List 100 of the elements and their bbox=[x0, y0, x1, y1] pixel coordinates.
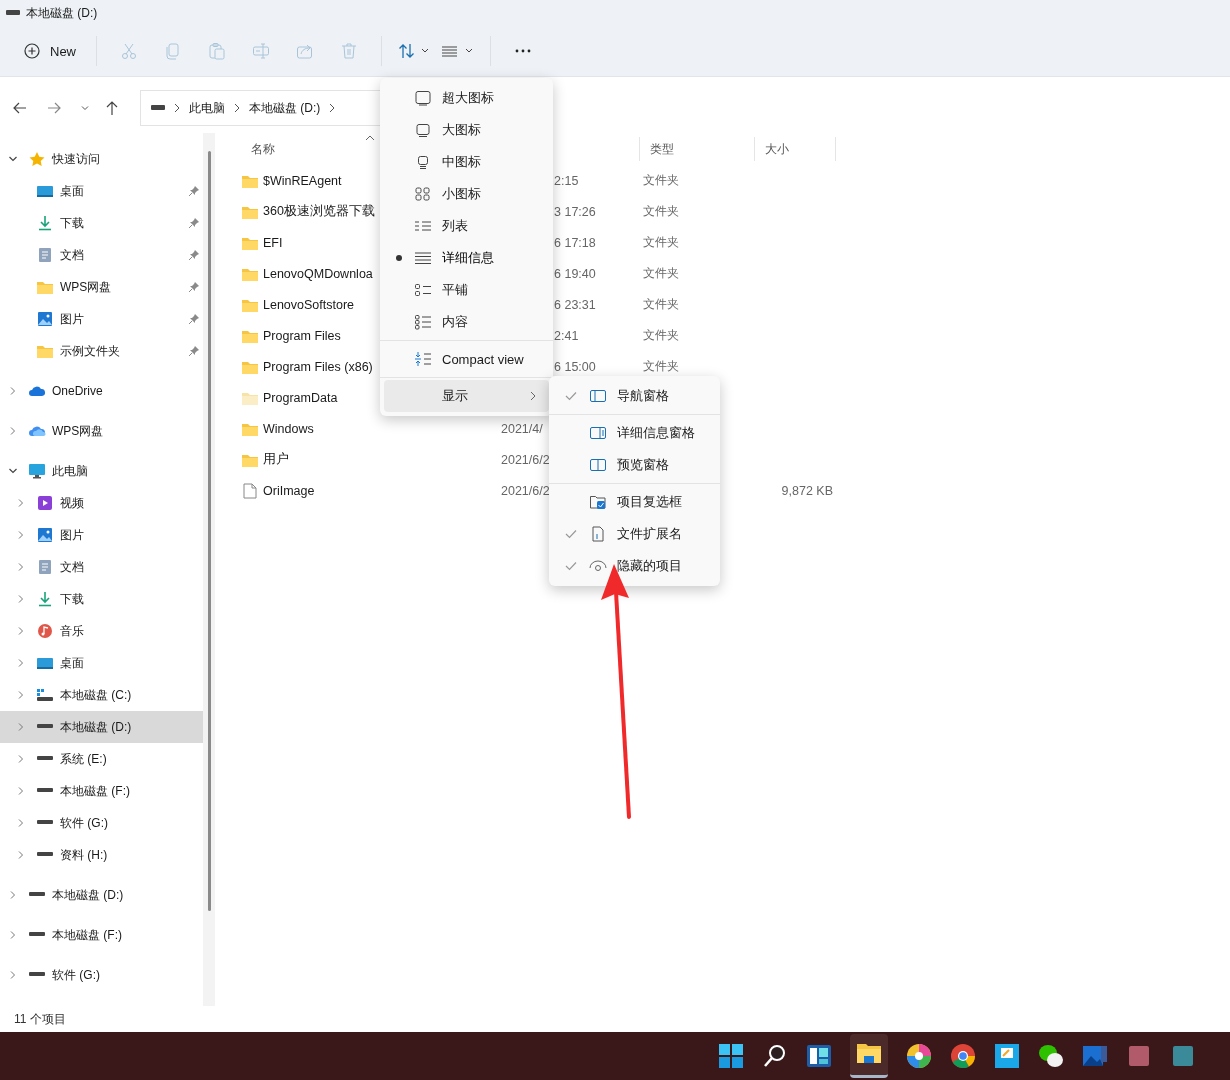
menu-item[interactable]: 超大图标 bbox=[384, 82, 549, 114]
sidebar-item[interactable]: 视频 bbox=[0, 487, 203, 519]
type-cell: 文件夹 bbox=[643, 266, 679, 280]
breadcrumb[interactable]: 此电脑 bbox=[189, 99, 225, 117]
sidebar-item[interactable]: 图片 bbox=[0, 303, 203, 335]
sidebar-item[interactable]: 图片 bbox=[0, 519, 203, 551]
chevron-right-icon[interactable] bbox=[8, 426, 18, 436]
menu-item[interactable]: 小图标 bbox=[384, 178, 549, 210]
up-icon[interactable] bbox=[104, 100, 120, 116]
menu-item[interactable]: 文件扩展名 bbox=[553, 518, 716, 550]
menu-item[interactable]: 中图标 bbox=[384, 146, 549, 178]
file-name[interactable]: OriImage bbox=[263, 483, 315, 498]
column-header[interactable]: 类型 bbox=[639, 137, 754, 161]
chevron-right-icon[interactable] bbox=[16, 754, 26, 764]
chevron-right-icon[interactable] bbox=[16, 626, 26, 636]
chevron-right-icon[interactable] bbox=[16, 690, 26, 700]
menu-item[interactable]: 平铺 bbox=[384, 274, 549, 306]
file-name[interactable]: $WinREAgent bbox=[263, 173, 342, 188]
chevron-right-icon[interactable] bbox=[16, 818, 26, 828]
sidebar-item[interactable]: 本地磁盘 (D:) bbox=[0, 879, 203, 911]
sidebar-item[interactable]: 示例文件夹 bbox=[0, 335, 203, 367]
chat-bubbles-icon[interactable] bbox=[1038, 1043, 1064, 1069]
chevron-right-icon[interactable] bbox=[16, 498, 26, 508]
chevron-right-icon[interactable] bbox=[16, 850, 26, 860]
sidebar-item[interactable]: OneDrive bbox=[0, 375, 203, 407]
breadcrumb[interactable]: 本地磁盘 (D:) bbox=[249, 99, 321, 117]
chevron-right-icon bbox=[529, 391, 537, 401]
sidebar-item[interactable]: WPS网盘 bbox=[0, 271, 203, 303]
menu-item[interactable]: 列表 bbox=[384, 210, 549, 242]
chevron-right-icon[interactable] bbox=[16, 530, 26, 540]
file-name[interactable]: Program Files bbox=[263, 328, 341, 343]
sidebar-item[interactable]: 系统 (E:) bbox=[0, 743, 203, 775]
sidebar-item[interactable]: WPS网盘 bbox=[0, 415, 203, 447]
sidebar-item[interactable]: 此电脑 bbox=[0, 455, 203, 487]
chevron-right-icon[interactable] bbox=[16, 594, 26, 604]
chevron-right-icon[interactable] bbox=[8, 930, 18, 940]
sidebar-item[interactable]: 软件 (G:) bbox=[0, 959, 203, 991]
forward-icon[interactable] bbox=[46, 100, 62, 116]
app-icon[interactable] bbox=[994, 1043, 1020, 1069]
menu-item[interactable]: 详细信息窗格 bbox=[553, 417, 716, 449]
sidebar-item[interactable]: 本地磁盘 (D:) bbox=[0, 711, 203, 743]
sidebar-item[interactable]: 本地磁盘 (F:) bbox=[0, 775, 203, 807]
chevron-right-icon[interactable] bbox=[8, 970, 18, 980]
chevron-right-icon[interactable] bbox=[8, 386, 18, 396]
type-cell: 文件夹 bbox=[643, 359, 679, 373]
browser-icon[interactable] bbox=[950, 1043, 976, 1069]
chevron-down-icon[interactable] bbox=[8, 154, 18, 164]
file-name[interactable]: ProgramData bbox=[263, 390, 338, 405]
scrollbar-thumb[interactable] bbox=[207, 151, 211, 911]
sidebar-item[interactable]: 音乐 bbox=[0, 615, 203, 647]
menu-item[interactable]: 内容 bbox=[384, 306, 549, 338]
menu-item[interactable]: 项目复选框 bbox=[553, 486, 716, 518]
menu-item[interactable]: 显示 bbox=[384, 380, 549, 412]
menu-item[interactable]: 预览窗格 bbox=[553, 449, 716, 481]
windows-logo-icon[interactable] bbox=[718, 1043, 744, 1069]
taskbar-app[interactable] bbox=[850, 1034, 888, 1078]
file-name[interactable]: 360极速浏览器下载 bbox=[263, 203, 375, 220]
type-cell: 文件夹 bbox=[643, 235, 679, 249]
chevron-right-icon[interactable] bbox=[16, 658, 26, 668]
column-header[interactable]: 名称 bbox=[241, 137, 361, 161]
sidebar-item[interactable]: 桌面 bbox=[0, 647, 203, 679]
chevron-right-icon[interactable] bbox=[16, 722, 26, 732]
date-cell: 6 19:40 bbox=[554, 266, 596, 281]
sidebar-item[interactable]: 文档 bbox=[0, 239, 203, 271]
monitor-icon bbox=[28, 463, 46, 479]
search-icon[interactable] bbox=[762, 1043, 788, 1069]
chevron-right-icon[interactable] bbox=[16, 786, 26, 796]
type-cell: 文件夹 bbox=[643, 204, 679, 218]
sidebar-item[interactable]: 软件 (G:) bbox=[0, 807, 203, 839]
address-bar[interactable]: 此电脑 本地磁盘 (D:) bbox=[140, 90, 381, 126]
menu-item[interactable]: 大图标 bbox=[384, 114, 549, 146]
file-name[interactable]: Windows bbox=[263, 421, 314, 436]
chevron-down-icon[interactable] bbox=[8, 466, 18, 476]
sidebar-item[interactable]: 下载 bbox=[0, 583, 203, 615]
sidebar-item[interactable]: 资料 (H:) bbox=[0, 839, 203, 871]
file-name[interactable]: LenovoSoftstore bbox=[263, 297, 355, 312]
column-header[interactable]: 大小 bbox=[754, 137, 836, 161]
sidebar-item[interactable]: 本地磁盘 (F:) bbox=[0, 919, 203, 951]
download-icon bbox=[36, 591, 54, 607]
menu-item[interactable]: 导航窗格 bbox=[553, 380, 716, 412]
back-icon[interactable] bbox=[12, 100, 28, 116]
photos-icon[interactable] bbox=[1082, 1043, 1108, 1069]
drive-icon bbox=[28, 892, 46, 898]
sidebar-item[interactable]: 下载 bbox=[0, 207, 203, 239]
file-name[interactable]: 用户 bbox=[263, 451, 289, 468]
chevron-right-icon[interactable] bbox=[8, 890, 18, 900]
file-name[interactable]: LenovoQMDownloa bbox=[263, 266, 373, 281]
sidebar-item[interactable]: 桌面 bbox=[0, 175, 203, 207]
file-name[interactable]: EFI bbox=[263, 235, 283, 250]
sidebar-item[interactable]: 本地磁盘 (C:) bbox=[0, 679, 203, 711]
file-name[interactable]: Program Files (x86) bbox=[263, 359, 373, 374]
widgets-icon[interactable] bbox=[806, 1043, 832, 1069]
menu-item[interactable]: 详细信息 bbox=[384, 242, 549, 274]
menu-item[interactable]: 隐藏的项目 bbox=[553, 550, 716, 582]
new-button[interactable]: New bbox=[14, 34, 86, 68]
chevron-right-icon[interactable] bbox=[16, 562, 26, 572]
sidebar-item[interactable]: 快速访问 bbox=[0, 143, 203, 175]
sidebar-item[interactable]: 文档 bbox=[0, 551, 203, 583]
pinwheel-icon[interactable] bbox=[906, 1043, 932, 1069]
menu-item[interactable]: Compact view bbox=[384, 343, 549, 375]
